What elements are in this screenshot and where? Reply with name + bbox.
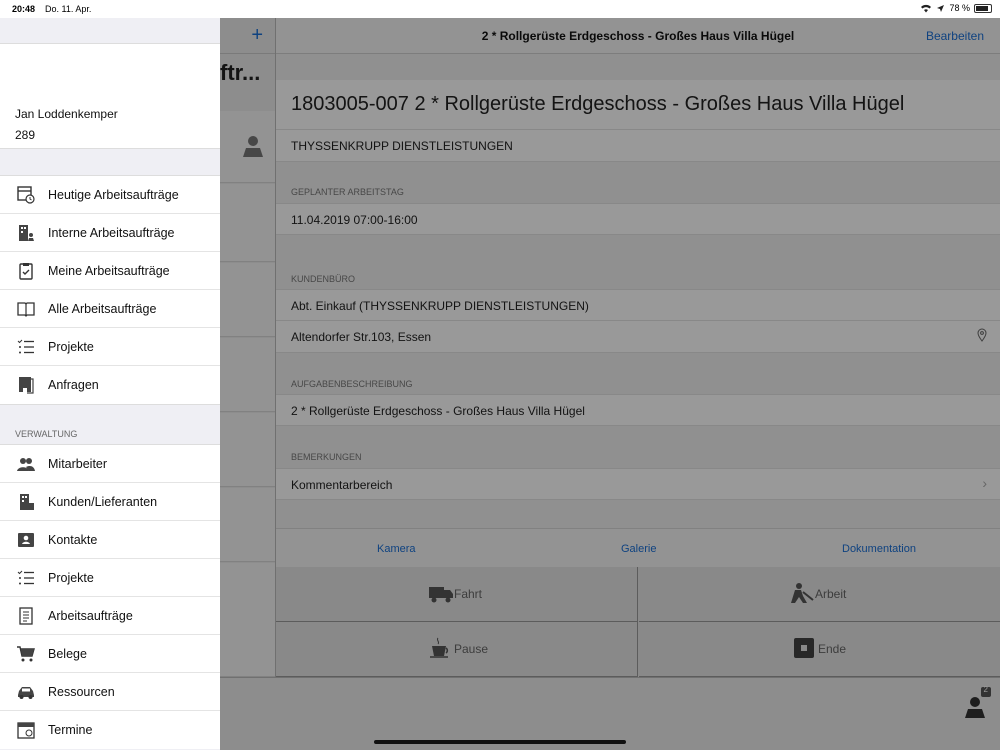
menu-item-label: Arbeitsaufträge	[48, 609, 133, 623]
dim-overlay[interactable]	[220, 18, 1000, 750]
user-profile: Jan Loddenkemper 289	[0, 44, 220, 149]
menu-item-label: Belege	[48, 647, 87, 661]
menu-item-label: Termine	[48, 723, 93, 737]
home-indicator[interactable]	[374, 740, 626, 744]
inbox-icon	[19, 377, 34, 394]
menu-item-resources[interactable]: Ressourcen	[0, 673, 220, 711]
battery-icon	[974, 3, 992, 13]
list-icon	[17, 570, 34, 585]
menu-item-projects[interactable]: Projekte	[0, 328, 220, 366]
menu-item-label: Interne Arbeitsaufträge	[48, 226, 175, 240]
menu-item-label: Mitarbeiter	[48, 457, 108, 471]
car-icon	[18, 687, 34, 699]
menu-top-band	[0, 18, 220, 44]
side-menu: Jan Loddenkemper 289 Heutige Arbeitsauft…	[0, 18, 220, 750]
menu-item-label: Projekte	[48, 571, 94, 585]
menu-item-my-orders[interactable]: Meine Arbeitsaufträge	[0, 252, 220, 290]
book-icon	[17, 302, 35, 317]
menu-item-employees[interactable]: Mitarbeiter	[0, 445, 220, 483]
menu-item-internal-orders[interactable]: Interne Arbeitsaufträge	[0, 214, 220, 252]
menu-item-label: Kunden/Lieferanten	[48, 495, 158, 509]
menu-item-label: Alle Arbeitsaufträge	[48, 302, 157, 316]
menu-item-work-orders[interactable]: Arbeitsaufträge	[0, 597, 220, 635]
status-time: 20:48	[12, 4, 36, 14]
menu-item-label: Anfragen	[48, 378, 99, 392]
calendar-clock-icon	[17, 186, 35, 204]
menu-item-contacts[interactable]: Kontakte	[0, 521, 220, 559]
people-icon	[17, 458, 35, 471]
battery-percent: 78 %	[949, 3, 970, 13]
wifi-icon	[921, 4, 932, 12]
location-arrow-icon	[937, 4, 945, 12]
menu-group-admin: Mitarbeiter Kunden/Lieferanten Kontakte …	[0, 444, 220, 749]
list-icon	[17, 339, 34, 354]
document-list-icon	[19, 607, 33, 625]
menu-item-admin-projects[interactable]: Projekte	[0, 559, 220, 597]
user-name: Jan Loddenkemper	[15, 107, 118, 121]
clipboard-check-icon	[19, 263, 33, 280]
building-icon	[20, 494, 34, 510]
menu-item-all-orders[interactable]: Alle Arbeitsaufträge	[0, 290, 220, 328]
menu-item-today-orders[interactable]: Heutige Arbeitsaufträge	[0, 176, 220, 214]
menu-item-customers-suppliers[interactable]: Kunden/Lieferanten	[0, 483, 220, 521]
status-indicators: 78 %	[920, 3, 992, 13]
menu-group-orders: Heutige Arbeitsaufträge Interne Arbeitsa…	[0, 175, 220, 405]
admin-section-header: VERWALTUNG	[15, 429, 78, 439]
cart-icon	[17, 646, 35, 662]
calendar-icon	[17, 722, 35, 739]
menu-item-receipts[interactable]: Belege	[0, 635, 220, 673]
contact-card-icon	[18, 533, 34, 547]
menu-item-label: Kontakte	[48, 533, 98, 547]
menu-item-label: Heutige Arbeitsaufträge	[48, 188, 179, 202]
menu-item-appointments[interactable]: Termine	[0, 711, 220, 749]
user-number: 289	[15, 128, 36, 142]
status-bar: 20:48 Do. 11. Apr. 78 %	[0, 0, 1000, 18]
building-person-icon	[19, 225, 34, 241]
status-date: Do. 11. Apr.	[45, 4, 92, 14]
menu-item-label: Meine Arbeitsaufträge	[48, 264, 170, 278]
menu-item-label: Projekte	[48, 340, 94, 354]
menu-item-label: Ressourcen	[48, 685, 115, 699]
menu-item-requests[interactable]: Anfragen	[0, 366, 220, 404]
